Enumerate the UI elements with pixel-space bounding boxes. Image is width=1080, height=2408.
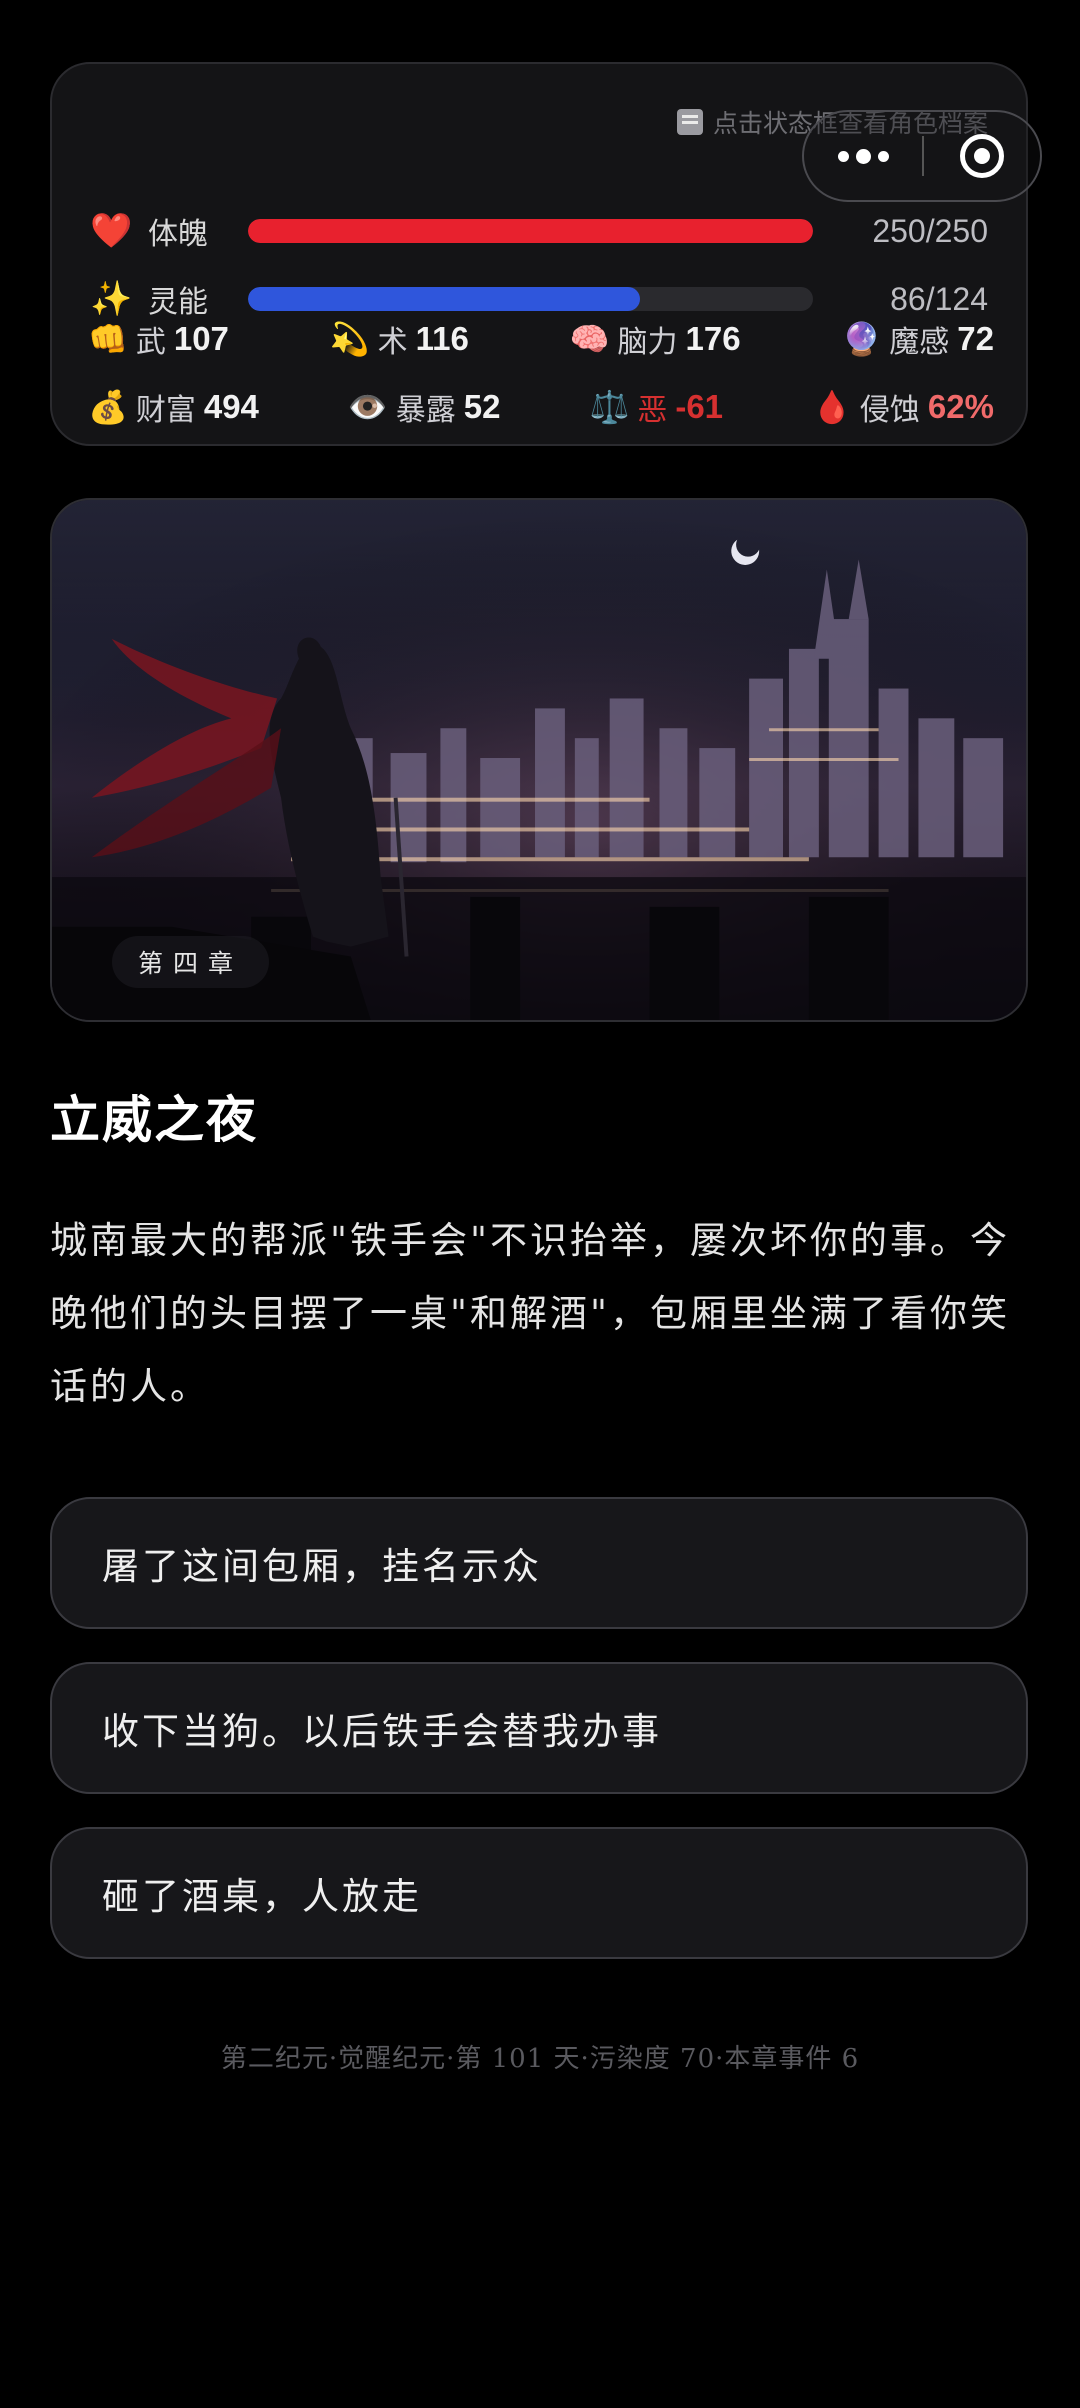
- story-text: 城南最大的帮派"铁手会"不识抬举，屡次坏你的事。今晚他们的头目摆了一桌"和解酒"…: [50, 1219, 1011, 1408]
- stat-intellect: 🧠 脑力 176: [570, 317, 741, 361]
- choice-button-2[interactable]: 收下当狗。以后铁手会替我办事: [50, 1662, 1028, 1794]
- crystal-ball-icon: 🔮: [841, 320, 882, 358]
- stat-value: 72: [957, 320, 994, 357]
- chapter-illustration: 第四章: [50, 498, 1028, 1022]
- chapter-title: 立威之夜: [50, 1090, 258, 1149]
- psi-bar-fill: [248, 287, 641, 311]
- stat-label: 恶: [637, 393, 668, 428]
- health-bar-row: ❤️ 体魄 250/250: [90, 206, 988, 256]
- profile-card-icon: [676, 109, 703, 135]
- eye-icon: 👁️: [347, 388, 388, 426]
- stat-corruption: 🩸 侵蚀 62%: [812, 385, 994, 429]
- stat-value: 62%: [927, 388, 994, 425]
- stat-label: 魔感: [889, 325, 950, 360]
- scales-icon: ⚖️: [589, 388, 630, 426]
- stat-label: 财富: [135, 393, 196, 428]
- psi-value: 86/124: [890, 280, 988, 317]
- stat-value: 494: [203, 388, 259, 425]
- money-bag-icon: 💰: [88, 388, 128, 426]
- stat-magic-sense: 🔮 魔感 72: [841, 317, 994, 361]
- stat-label: 脑力: [617, 325, 678, 360]
- stat-wealth: 💰 财富 494: [88, 385, 259, 429]
- close-miniprogram-icon[interactable]: [924, 134, 1040, 178]
- fist-icon: 👊: [88, 320, 128, 358]
- miniprogram-capsule: [802, 110, 1042, 202]
- sparkles-icon: ✨: [90, 279, 133, 319]
- stat-arcane: 💫 术 116: [330, 317, 469, 361]
- chapter-label: 第四章: [112, 936, 270, 988]
- health-bar-fill: [248, 219, 813, 243]
- stat-label: 暴露: [395, 393, 456, 428]
- game-screen: 点击状态框查看角色档案 ❤️ 体魄 250/250 ✨ 灵能 86/124 👊 …: [0, 0, 1080, 2408]
- stat-evil: ⚖️ 恶 -61: [590, 385, 724, 429]
- world-status-footer: 第二纪元·觉醒纪元·第 101 天·污染度 70·本章事件 6: [220, 2044, 860, 2074]
- stat-label: 武: [135, 325, 166, 360]
- dizzy-star-icon: 💫: [329, 320, 370, 358]
- stat-value: 107: [173, 320, 229, 357]
- blood-drop-icon: 🩸: [812, 388, 852, 426]
- stat-value: 116: [415, 320, 469, 357]
- choice-button-1[interactable]: 屠了这间包厢，挂名示众: [50, 1497, 1028, 1629]
- stat-label: 侵蚀: [859, 393, 920, 428]
- stat-label: 术: [377, 325, 408, 360]
- health-bar: [248, 219, 813, 243]
- health-value: 250/250: [872, 212, 988, 249]
- stat-martial: 👊 武 107: [88, 317, 229, 361]
- choice-button-3[interactable]: 砸了酒桌，人放走: [50, 1827, 1028, 1959]
- brain-icon: 🧠: [569, 320, 610, 358]
- psi-bar: [248, 287, 813, 311]
- health-label: 体魄: [148, 217, 208, 252]
- heart-icon: ❤️: [90, 211, 133, 251]
- more-options-icon[interactable]: [804, 148, 922, 164]
- stat-exposure: 👁️ 暴露 52: [348, 385, 501, 429]
- attributes-row-1: 👊 武 107 💫 术 116 🧠 脑力 176 🔮 魔感 72: [88, 314, 994, 364]
- stat-value: -61: [675, 388, 724, 425]
- stat-value: 176: [685, 320, 741, 357]
- stat-value: 52: [463, 388, 501, 425]
- attributes-row-2: 💰 财富 494 👁️ 暴露 52 ⚖️ 恶 -61 🩸 侵蚀 62%: [88, 382, 994, 432]
